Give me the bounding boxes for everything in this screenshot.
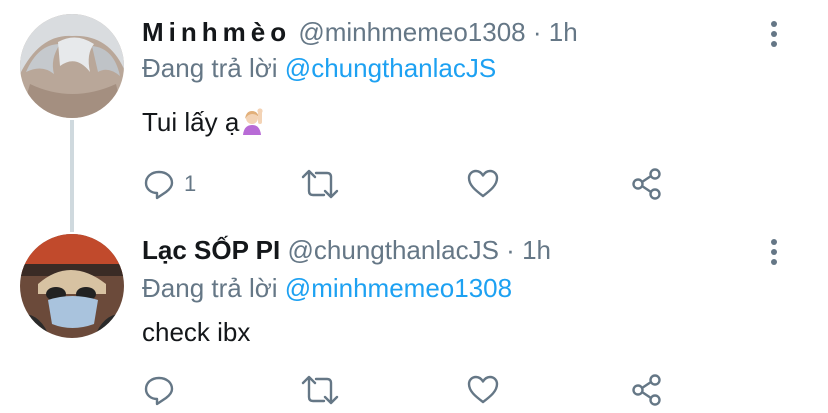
gray-haired-avatar-image	[20, 14, 124, 118]
replying-to-label: Đang trả lời	[142, 273, 278, 303]
mention-link[interactable]: @chungthanlacJS	[285, 53, 496, 83]
like-icon	[467, 375, 499, 404]
tweet[interactable]: Lạc SỐP PI @chungthanlacJS · 1h Đang trả…	[0, 222, 828, 413]
replying-to: Đang trả lời @minhmemeo1308	[142, 272, 512, 304]
avatar[interactable]	[20, 14, 124, 118]
mention-link[interactable]: @minhmemeo1308	[285, 273, 512, 303]
person-raising-hand-icon	[239, 107, 267, 142]
retweet-icon	[301, 375, 339, 405]
share-icon	[632, 374, 661, 406]
reply-button[interactable]	[142, 372, 184, 408]
reply-button[interactable]: 1	[142, 166, 196, 202]
replying-to-label: Đang trả lời	[142, 53, 278, 83]
retweet-button[interactable]	[300, 372, 340, 408]
timestamp[interactable]: 1h	[549, 17, 578, 47]
tweet-text-content: Tui lấy ạ	[142, 107, 240, 137]
retweet-icon	[301, 169, 339, 199]
tweet[interactable]: Minhmèo @minhmemeo1308 · 1h Đang trả lời…	[0, 0, 828, 215]
more-icon[interactable]	[762, 18, 786, 50]
replying-to: Đang trả lời @chungthanlacJS	[142, 52, 496, 84]
user-handle[interactable]: @minhmemeo1308	[298, 17, 525, 47]
masked-person-avatar-image	[20, 234, 124, 338]
more-icon[interactable]	[762, 236, 786, 268]
reply-count: 1	[184, 171, 197, 196]
share-button[interactable]	[630, 166, 664, 202]
user-handle[interactable]: @chungthanlacJS	[288, 235, 499, 265]
like-icon	[467, 169, 499, 198]
avatar[interactable]	[20, 234, 124, 338]
tweet-header: Lạc SỐP PI @chungthanlacJS · 1h	[142, 234, 551, 266]
share-button[interactable]	[630, 372, 664, 408]
reply-icon	[144, 170, 174, 200]
tweet-text: check ibx	[142, 317, 251, 347]
timestamp[interactable]: 1h	[522, 235, 551, 265]
reply-icon	[144, 376, 174, 406]
like-button[interactable]	[466, 372, 500, 408]
tweet-text: Tui lấy ạ	[142, 106, 267, 142]
tweet-header: Minhmèo @minhmemeo1308 · 1h	[142, 16, 578, 48]
share-icon	[632, 168, 661, 200]
display-name[interactable]: Minhmèo	[142, 17, 291, 47]
like-button[interactable]	[466, 166, 500, 202]
display-name[interactable]: Lạc SỐP PI	[142, 235, 280, 265]
retweet-button[interactable]	[300, 166, 340, 202]
separator-dot: ·	[506, 235, 515, 265]
separator-dot: ·	[532, 17, 542, 47]
